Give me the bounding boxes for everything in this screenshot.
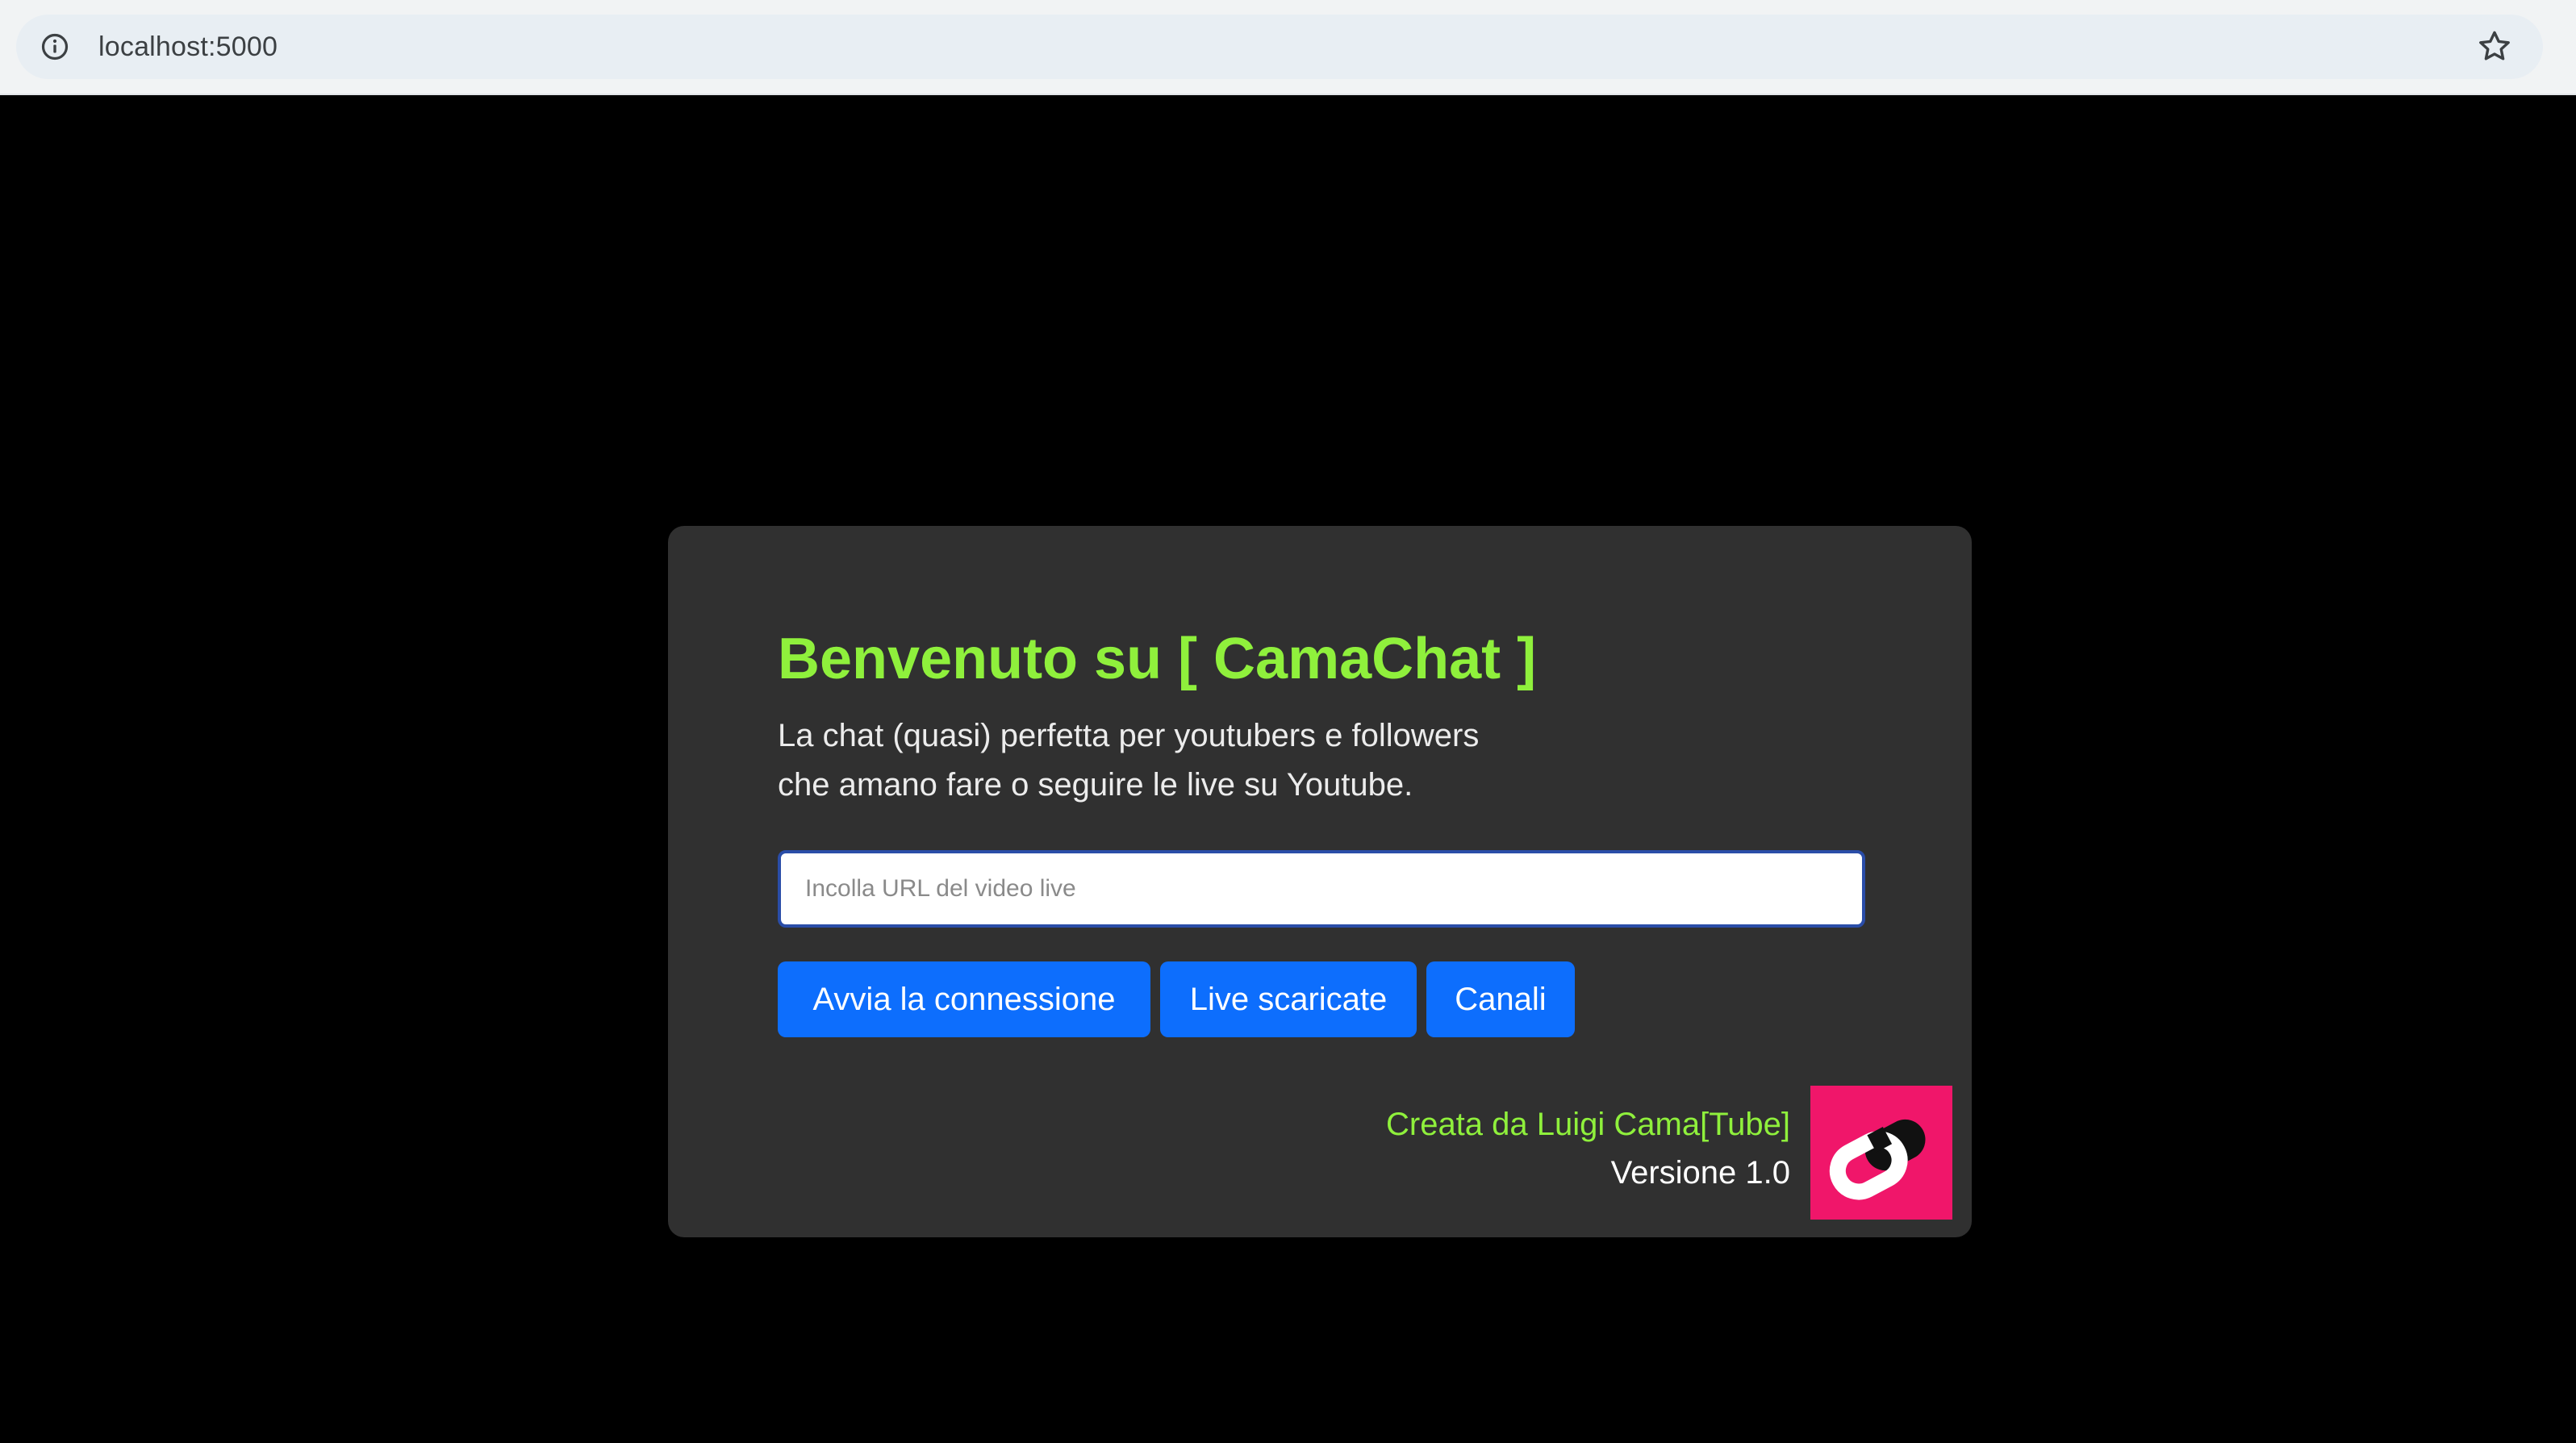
subtitle-line-1: La chat (quasi) perfetta per youtubers e… (778, 718, 1480, 753)
camatube-logo (1810, 1086, 1952, 1220)
author-credit: Creata da Luigi Cama[Tube] (1385, 1107, 1790, 1142)
welcome-title: Benvenuto su [ CamaChat ] (778, 627, 1537, 691)
start-connection-button[interactable]: Avvia la connessione (778, 961, 1150, 1037)
channels-button[interactable]: Canali (1426, 961, 1575, 1037)
browser-toolbar: localhost:5000 (0, 0, 2576, 95)
welcome-card: Benvenuto su [ CamaChat ] La chat (quasi… (668, 526, 1972, 1237)
video-url-input[interactable] (778, 850, 1865, 928)
downloaded-lives-button[interactable]: Live scaricate (1160, 961, 1417, 1037)
version-label: Versione 1.0 (1610, 1155, 1790, 1191)
url-text[interactable]: localhost:5000 (98, 29, 278, 65)
info-circle-icon[interactable] (39, 31, 71, 63)
subtitle: La chat (quasi) perfetta per youtubers e… (778, 711, 1665, 810)
address-bar[interactable]: localhost:5000 (16, 15, 2543, 79)
subtitle-line-2: che amano fare o seguire le live su Yout… (778, 767, 1413, 803)
star-outline-icon[interactable] (2475, 27, 2514, 66)
